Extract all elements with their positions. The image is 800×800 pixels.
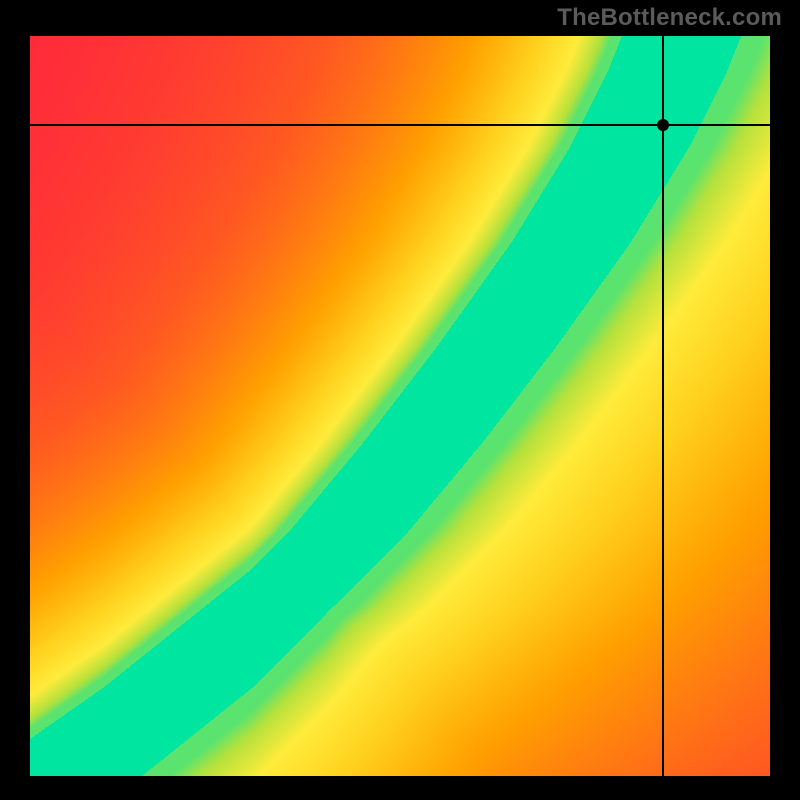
- heatmap-canvas: [30, 36, 770, 776]
- selected-point-marker: [657, 119, 669, 131]
- crosshair-vertical: [662, 36, 664, 776]
- chart-stage: TheBottleneck.com: [0, 0, 800, 800]
- heatmap-plot: [30, 36, 770, 776]
- watermark-text: TheBottleneck.com: [557, 4, 782, 32]
